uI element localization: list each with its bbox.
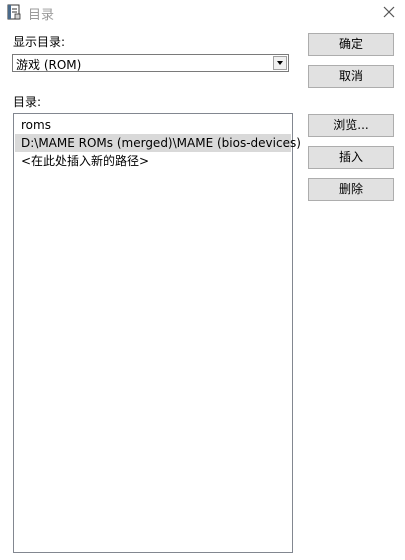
display-dir-value: 游戏 (ROM)	[16, 58, 82, 72]
insert-button[interactable]: 插入	[308, 146, 394, 169]
dirs-label: 目录:	[13, 95, 42, 109]
delete-button[interactable]: 删除	[308, 178, 394, 201]
chevron-down-icon[interactable]	[273, 56, 287, 70]
browse-button[interactable]: 浏览...	[308, 114, 394, 137]
list-item[interactable]: roms	[15, 116, 291, 134]
display-dir-label: 显示目录:	[13, 35, 66, 49]
cancel-button[interactable]: 取消	[308, 65, 394, 88]
title-bar: 目录	[0, 0, 405, 24]
ok-button[interactable]: 确定	[308, 33, 394, 56]
list-item-insert-new-path[interactable]: <在此处插入新的路径>	[15, 152, 291, 170]
window-title: 目录	[28, 8, 55, 23]
dirs-listbox[interactable]: roms D:\MAME ROMs (merged)\MAME (bios-de…	[13, 113, 301, 553]
list-item-selected[interactable]: D:\MAME ROMs (merged)\MAME (bios-devices…	[15, 134, 301, 152]
close-x-icon[interactable]	[380, 3, 398, 21]
display-dir-select[interactable]: 游戏 (ROM)	[12, 54, 289, 72]
catalog-book-icon	[7, 4, 21, 20]
